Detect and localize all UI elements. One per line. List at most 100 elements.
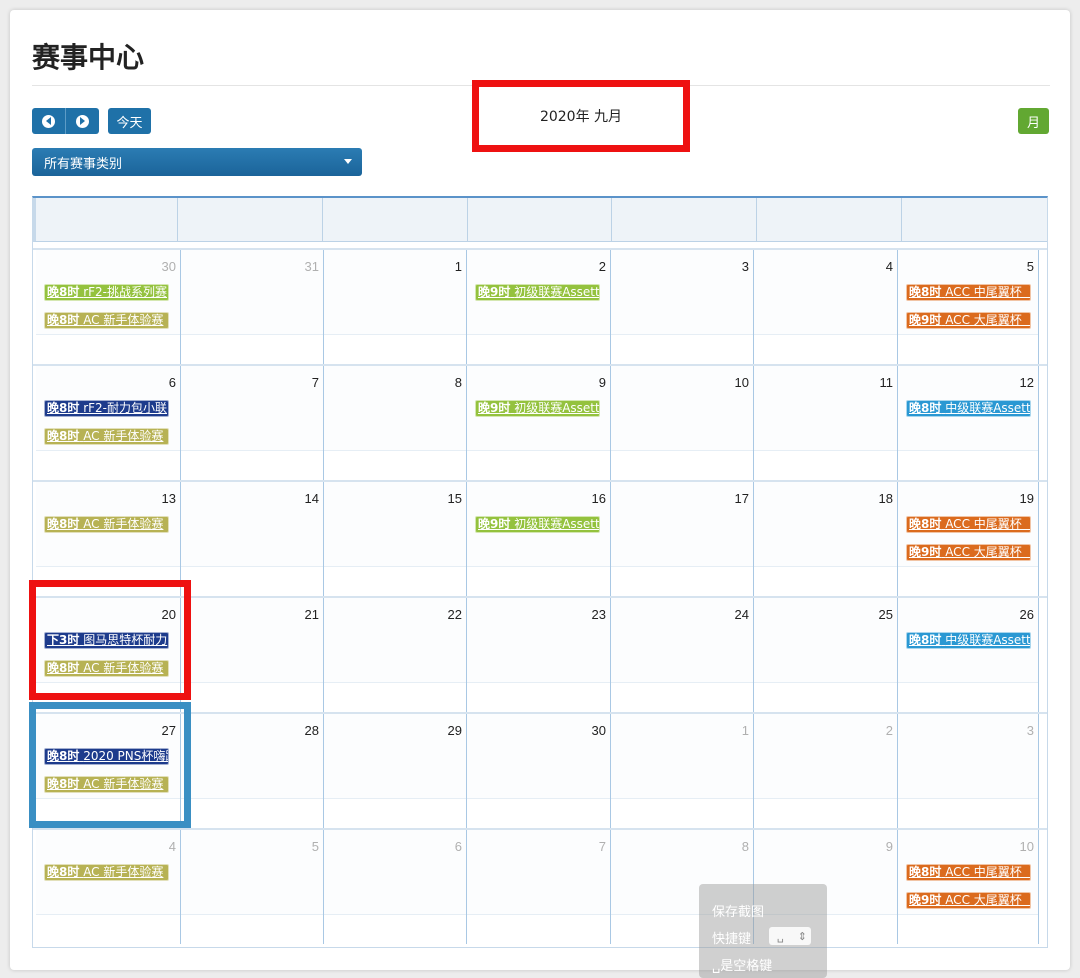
calendar-day-cell[interactable]: 3 bbox=[611, 250, 754, 364]
calendar-event[interactable]: 晚8时 中级联赛Assetto bbox=[906, 632, 1031, 649]
calendar-day-cell[interactable]: 13 晚8时 AC 新手体验赛 bbox=[36, 482, 181, 596]
calendar-day-cell[interactable]: 26 晚8时 中级联赛Assetto bbox=[898, 598, 1039, 712]
day-number[interactable]: 23 bbox=[592, 607, 606, 622]
day-number[interactable]: 21 bbox=[305, 607, 319, 622]
calendar-day-cell[interactable]: 2 晚9时 初级联赛Assetto bbox=[467, 250, 611, 364]
day-number[interactable]: 7 bbox=[312, 375, 319, 390]
calendar-day-cell[interactable]: 23 bbox=[467, 598, 611, 712]
day-number[interactable]: 7 bbox=[599, 839, 606, 854]
day-number[interactable]: 1 bbox=[455, 259, 462, 274]
day-number[interactable]: 9 bbox=[599, 375, 606, 390]
today-button[interactable]: 今天 bbox=[108, 108, 151, 134]
calendar-event[interactable]: 晚9时 ACC 大尾翼杯 （ bbox=[906, 312, 1031, 329]
calendar-day-cell[interactable]: 31 bbox=[181, 250, 324, 364]
day-number[interactable]: 4 bbox=[886, 259, 893, 274]
calendar-day-cell[interactable]: 5 晚8时 ACC 中尾翼杯 （ 晚9时 ACC 大尾翼杯 （ bbox=[898, 250, 1039, 364]
calendar-day-cell[interactable]: 1 bbox=[324, 250, 467, 364]
day-number[interactable]: 25 bbox=[879, 607, 893, 622]
day-number[interactable]: 6 bbox=[169, 375, 176, 390]
calendar-event[interactable]: 晚8时 ACC 中尾翼杯 （ bbox=[906, 516, 1031, 533]
calendar-day-cell[interactable]: 15 bbox=[324, 482, 467, 596]
calendar-day-cell[interactable]: 9 晚9时 初级联赛Assetto bbox=[467, 366, 611, 480]
calendar-event[interactable]: 晚8时 AC 新手体验赛 bbox=[44, 864, 169, 881]
calendar-event[interactable]: 晚9时 初级联赛Assetto bbox=[475, 284, 600, 301]
day-number[interactable]: 13 bbox=[162, 491, 176, 506]
calendar-day-cell[interactable]: 30 bbox=[467, 714, 611, 828]
calendar-day-cell[interactable]: 29 bbox=[324, 714, 467, 828]
day-number[interactable]: 17 bbox=[735, 491, 749, 506]
day-number[interactable]: 30 bbox=[592, 723, 606, 738]
day-number[interactable]: 24 bbox=[735, 607, 749, 622]
day-number[interactable]: 2 bbox=[886, 723, 893, 738]
calendar-day-cell[interactable]: 5 bbox=[181, 830, 324, 944]
calendar-day-cell[interactable]: 24 bbox=[611, 598, 754, 712]
day-number[interactable]: 9 bbox=[886, 839, 893, 854]
calendar-day-cell[interactable]: 4 晚8时 AC 新手体验赛 bbox=[36, 830, 181, 944]
calendar-event[interactable]: 晚9时 初级联赛Assetto bbox=[475, 516, 600, 533]
calendar-day-cell[interactable]: 21 bbox=[181, 598, 324, 712]
calendar-day-cell[interactable]: 17 bbox=[611, 482, 754, 596]
calendar-day-cell[interactable]: 2 bbox=[754, 714, 898, 828]
calendar-day-cell[interactable]: 4 bbox=[754, 250, 898, 364]
calendar-day-cell[interactable]: 12 晚8时 中级联赛Assetto bbox=[898, 366, 1039, 480]
calendar-day-cell[interactable]: 6 bbox=[324, 830, 467, 944]
day-number[interactable]: 5 bbox=[312, 839, 319, 854]
calendar-event[interactable]: 晚8时 rF2-耐力包小联 bbox=[44, 400, 169, 417]
calendar-day-cell[interactable]: 28 bbox=[181, 714, 324, 828]
calendar-event[interactable]: 下3时 图马思特杯耐力 bbox=[44, 632, 169, 649]
day-number[interactable]: 3 bbox=[742, 259, 749, 274]
calendar-day-cell[interactable]: 7 bbox=[181, 366, 324, 480]
day-number[interactable]: 15 bbox=[448, 491, 462, 506]
calendar-day-cell[interactable]: 20 下3时 图马思特杯耐力 晚8时 AC 新手体验赛 bbox=[36, 598, 181, 712]
calendar-day-cell[interactable]: 11 bbox=[754, 366, 898, 480]
day-number[interactable]: 20 bbox=[162, 607, 176, 622]
calendar-event[interactable]: 晚8时 ACC 中尾翼杯 （ bbox=[906, 864, 1031, 881]
prev-month-button[interactable] bbox=[32, 108, 65, 134]
day-number[interactable]: 22 bbox=[448, 607, 462, 622]
day-number[interactable]: 8 bbox=[455, 375, 462, 390]
calendar-event[interactable]: 晚9时 初级联赛Assetto bbox=[475, 400, 600, 417]
calendar-event[interactable]: 晚8时 中级联赛Assetto bbox=[906, 400, 1031, 417]
calendar-day-cell[interactable]: 7 bbox=[467, 830, 611, 944]
calendar-event[interactable]: 晚8时 AC 新手体验赛 bbox=[44, 428, 169, 445]
calendar-event[interactable]: 晚8时 2020 PNS杯嗨跑 bbox=[44, 748, 169, 765]
calendar-event[interactable]: 晚8时 ACC 中尾翼杯 （ bbox=[906, 284, 1031, 301]
calendar-day-cell[interactable]: 8 bbox=[324, 366, 467, 480]
day-number[interactable]: 3 bbox=[1027, 723, 1034, 738]
shortcut-select[interactable]: ␣ ⇕ bbox=[769, 927, 811, 945]
day-number[interactable]: 31 bbox=[305, 259, 319, 274]
month-view-button[interactable]: 月 bbox=[1018, 108, 1049, 134]
day-number[interactable]: 5 bbox=[1027, 259, 1034, 274]
day-number[interactable]: 27 bbox=[162, 723, 176, 738]
calendar-day-cell[interactable]: 22 bbox=[324, 598, 467, 712]
calendar-event[interactable]: 晚8时 AC 新手体验赛 bbox=[44, 312, 169, 329]
calendar-event[interactable]: 晚9时 ACC 大尾翼杯 （ bbox=[906, 892, 1031, 909]
calendar-day-cell[interactable]: 16 晚9时 初级联赛Assetto bbox=[467, 482, 611, 596]
day-number[interactable]: 2 bbox=[599, 259, 606, 274]
next-month-button[interactable] bbox=[65, 108, 98, 134]
day-number[interactable]: 4 bbox=[169, 839, 176, 854]
day-number[interactable]: 11 bbox=[880, 375, 894, 390]
calendar-event[interactable]: 晚8时 AC 新手体验赛 bbox=[44, 776, 169, 793]
calendar-day-cell[interactable]: 6 晚8时 rF2-耐力包小联 晚8时 AC 新手体验赛 bbox=[36, 366, 181, 480]
category-dropdown[interactable]: 所有赛事类别 bbox=[32, 148, 362, 176]
day-number[interactable]: 1 bbox=[742, 723, 749, 738]
calendar-day-cell[interactable]: 25 bbox=[754, 598, 898, 712]
calendar-event[interactable]: 晚8时 rF2-挑战系列赛 bbox=[44, 284, 169, 301]
calendar-event[interactable]: 晚8时 AC 新手体验赛 bbox=[44, 516, 169, 533]
day-number[interactable]: 19 bbox=[1020, 491, 1034, 506]
day-number[interactable]: 8 bbox=[742, 839, 749, 854]
day-number[interactable]: 12 bbox=[1020, 375, 1034, 390]
calendar-day-cell[interactable]: 10 bbox=[611, 366, 754, 480]
calendar-event[interactable]: 晚9时 ACC 大尾翼杯 （ bbox=[906, 544, 1031, 561]
calendar-day-cell[interactable]: 19 晚8时 ACC 中尾翼杯 （ 晚9时 ACC 大尾翼杯 （ bbox=[898, 482, 1039, 596]
calendar-day-cell[interactable]: 27 晚8时 2020 PNS杯嗨跑 晚8时 AC 新手体验赛 bbox=[36, 714, 181, 828]
calendar-day-cell[interactable]: 3 bbox=[898, 714, 1039, 828]
calendar-event[interactable]: 晚8时 AC 新手体验赛 bbox=[44, 660, 169, 677]
calendar-day-cell[interactable]: 10 晚8时 ACC 中尾翼杯 （晚9时 ACC 大尾翼杯 （ bbox=[898, 830, 1039, 944]
day-number[interactable]: 30 bbox=[162, 259, 176, 274]
day-number[interactable]: 16 bbox=[592, 491, 606, 506]
day-number[interactable]: 6 bbox=[455, 839, 462, 854]
day-number[interactable]: 10 bbox=[735, 375, 749, 390]
day-number[interactable]: 26 bbox=[1020, 607, 1034, 622]
